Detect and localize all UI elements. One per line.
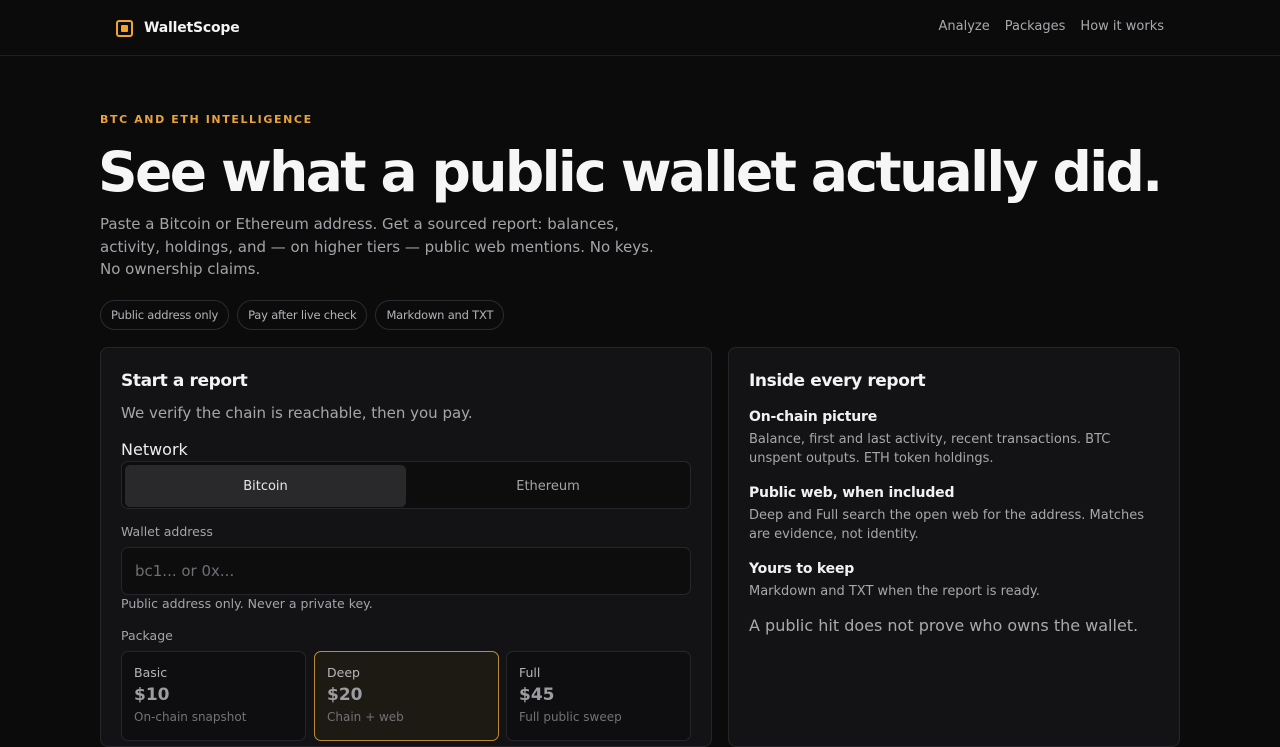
nav-link-packages[interactable]: Packages — [1005, 19, 1066, 34]
brand-logo-link[interactable]: WalletScope — [116, 18, 240, 38]
start-report-subtitle: We verify the chain is reachable, then y… — [121, 404, 473, 422]
report-contents-card: Inside every report On-chain picture Bal… — [728, 347, 1180, 747]
package-price: $45 — [519, 685, 555, 705]
ownership-disclaimer: A public hit does not prove who owns the… — [749, 616, 1139, 635]
feature-body-yours-to-keep: Markdown and TXT when the report is read… — [749, 584, 1040, 599]
hero-subcopy: Paste a Bitcoin or Ethereum address. Get… — [100, 215, 654, 278]
start-report-title: Start a report — [121, 371, 248, 391]
package-description: Chain + web — [327, 710, 404, 724]
wallet-address-hint: Public address only. Never a private key… — [121, 596, 373, 611]
package-description: On-chain snapshot — [134, 710, 247, 724]
network-selector: Bitcoin Ethereum — [121, 461, 691, 509]
package-price: $20 — [327, 685, 363, 705]
report-contents-title: Inside every report — [749, 371, 926, 391]
square-logo-icon — [116, 19, 133, 37]
top-navigation-bar: WalletScope Analyze Packages How it work… — [0, 0, 1280, 56]
start-report-card: Start a report We verify the chain is re… — [100, 347, 712, 747]
package-option-full[interactable]: Full $45 Full public sweep — [506, 651, 691, 741]
nav-link-analyze[interactable]: Analyze — [939, 19, 990, 34]
brand-name: WalletScope — [144, 20, 240, 36]
wallet-address-label: Wallet address — [121, 524, 213, 539]
hero-headline: See what a public wallet actually did. — [98, 140, 1163, 204]
wallet-address-input[interactable] — [121, 547, 691, 595]
network-option-bitcoin[interactable]: Bitcoin — [125, 465, 406, 507]
package-name: Basic — [134, 665, 168, 680]
package-label: Package — [121, 628, 173, 643]
feature-body-public-web: Deep and Full search the open web for th… — [749, 508, 1144, 542]
feature-pills: Public address only Pay after live check… — [100, 300, 505, 330]
package-name: Deep — [327, 665, 360, 680]
nav-link-how-it-works[interactable]: How it works — [1080, 19, 1164, 34]
package-description: Full public sweep — [519, 710, 622, 724]
main-nav: Analyze Packages How it works — [939, 19, 1164, 34]
feature-title-yours-to-keep: Yours to keep — [749, 561, 855, 577]
package-price: $10 — [134, 685, 170, 705]
package-option-deep[interactable]: Deep $20 Chain + web — [314, 651, 499, 741]
package-option-basic[interactable]: Basic $10 On-chain snapshot — [121, 651, 306, 741]
pill-formats: Markdown and TXT — [375, 300, 505, 330]
pill-public-address: Public address only — [100, 300, 230, 330]
network-option-ethereum[interactable]: Ethereum — [409, 465, 687, 507]
package-name: Full — [519, 665, 541, 680]
feature-body-onchain: Balance, first and last activity, recent… — [749, 432, 1111, 466]
pill-pay-after-check: Pay after live check — [237, 300, 368, 330]
hero-eyebrow: BTC AND ETH INTELLIGENCE — [100, 113, 313, 126]
network-label: Network — [121, 440, 188, 459]
feature-title-onchain: On-chain picture — [749, 409, 878, 425]
feature-title-public-web: Public web, when included — [749, 485, 955, 501]
